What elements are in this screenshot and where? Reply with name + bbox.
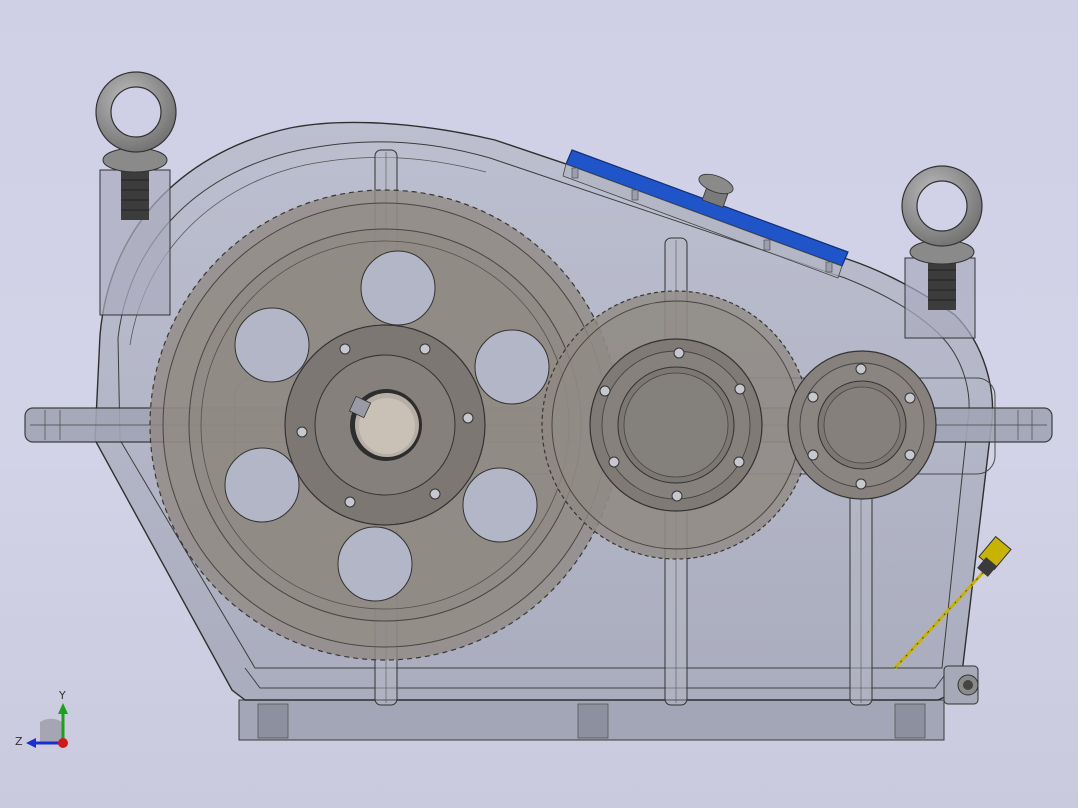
base-foot [238, 699, 945, 741]
lifting-eyebolt-right[interactable] [901, 165, 983, 339]
y-axis-label: Y [58, 689, 66, 702]
x-axis-dot [58, 738, 68, 748]
input-shaft-bearing-cap[interactable] [787, 350, 937, 500]
orientation-triad: Y Z [15, 689, 68, 748]
lifting-eyebolt-left[interactable] [95, 71, 177, 316]
cad-graphics-viewport[interactable]: Y Z [0, 0, 1078, 808]
z-axis-label: Z [15, 735, 23, 748]
drain-plug[interactable] [943, 665, 979, 705]
intermediate-gear[interactable] [541, 290, 811, 560]
